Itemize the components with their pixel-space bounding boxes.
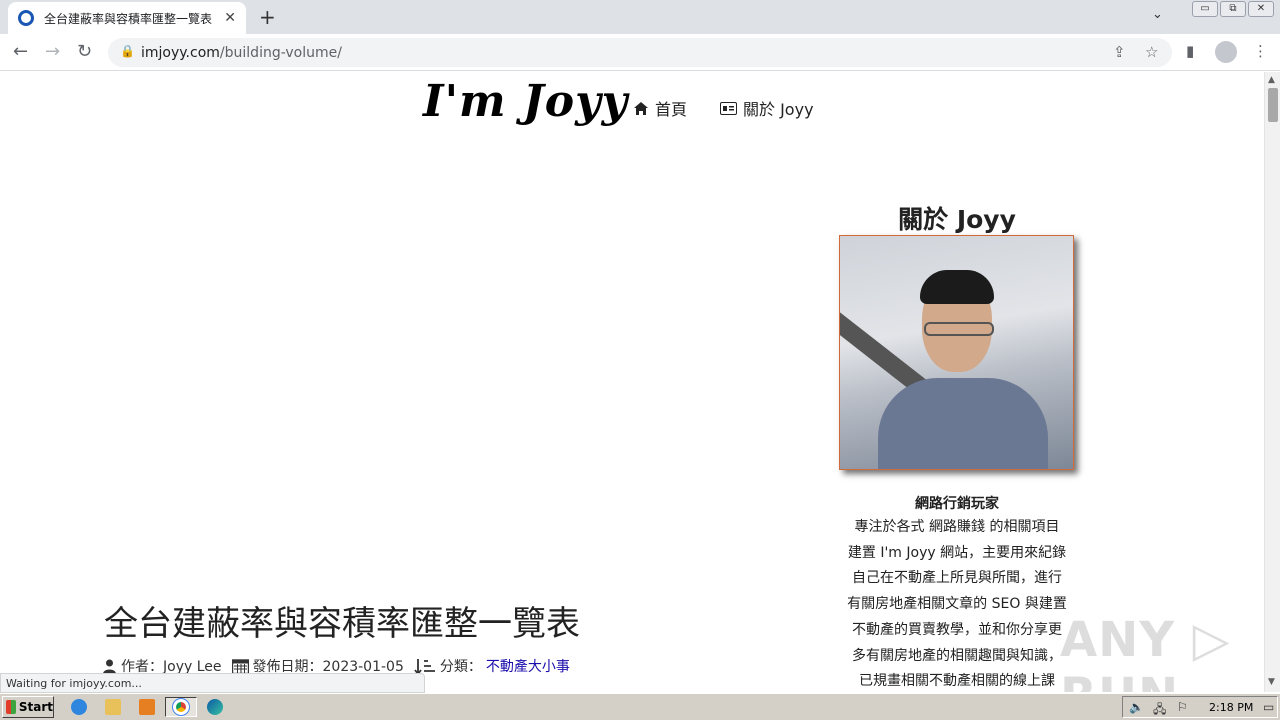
side-panel-icon[interactable]: ▮ — [1186, 42, 1194, 60]
restore-button[interactable]: ⧉ — [1220, 1, 1246, 17]
scroll-thumb[interactable] — [1268, 88, 1278, 122]
user-icon — [103, 659, 116, 674]
article-title: 全台建蔽率與容積率匯整一覽表 — [104, 604, 580, 644]
ie-icon — [71, 699, 87, 715]
url-text[interactable]: imjoyy.com/building-volume/ — [141, 45, 342, 61]
tab-active[interactable]: 全台建蔽率與容積率匯整一覽表 - I'm Joyy ✕ — [8, 2, 246, 34]
edge-icon — [207, 699, 223, 715]
bio-line: 已規畫相關不動產相關的線上課 — [859, 673, 1055, 690]
chrome-icon — [172, 698, 190, 716]
minimize-button[interactable]: ▭ — [1192, 1, 1218, 17]
network-icon[interactable]: 🖧 — [1153, 700, 1166, 721]
volume-icon[interactable]: 🔈 — [1129, 700, 1144, 714]
meta-category: 分類： 不動產大小事 — [414, 656, 570, 676]
start-label: Start — [18, 700, 53, 714]
sidebar-bio: 專注於各式 網路賺錢 的相關項目 建置 I'm Joyy 網站，主要用來紀錄 自… — [838, 515, 1076, 692]
url-path: /building-volume/ — [219, 45, 342, 61]
share-icon[interactable]: ⇪ — [1113, 43, 1126, 61]
bio-line: 建置 I'm Joyy 網站，主要用來紀錄 — [847, 544, 1067, 561]
scroll-up-arrow-icon[interactable]: ▲ — [1268, 75, 1275, 85]
nav-home-label: 首頁 — [655, 100, 688, 119]
bio-line: 不動產的買賣教學，並和你分享更 — [852, 621, 1062, 638]
windows-flag-icon — [6, 700, 16, 714]
show-desktop-icon[interactable]: ▭ — [1263, 700, 1274, 714]
window-controls: ▭ ⧉ ✕ — [1192, 1, 1274, 17]
home-icon — [634, 101, 648, 115]
system-tray: 🔈 🖧 ⚐ 2:18 PM ▭ — [1122, 696, 1278, 718]
id-card-icon — [720, 101, 737, 115]
new-tab-button[interactable]: + — [259, 5, 276, 29]
media-player-icon — [139, 699, 155, 715]
ie-taskbar-button[interactable] — [68, 697, 90, 717]
status-bubble: Waiting for imjoyy.com... — [0, 673, 425, 693]
nav-about-link[interactable]: 關於 Joyy — [720, 96, 814, 120]
folder-icon — [105, 699, 121, 715]
start-button[interactable]: Start — [2, 696, 54, 718]
nav-home-link[interactable]: 首頁 — [633, 96, 687, 120]
sidebar-title: 關於 Joyy — [898, 205, 1016, 234]
chrome-menu-icon[interactable]: ⋮ — [1253, 42, 1268, 60]
reload-icon[interactable]: ↻ — [77, 41, 92, 62]
category-label: 分類： — [439, 659, 482, 675]
back-arrow-icon[interactable]: ← — [13, 41, 28, 62]
lock-icon[interactable]: 🔒 — [120, 44, 135, 58]
url-host: imjoyy.com — [141, 45, 220, 61]
tab-title: 全台建蔽率與容積率匯整一覽表 - I'm Joyy — [44, 11, 214, 26]
site-favicon-icon — [18, 10, 34, 26]
bookmark-star-icon[interactable]: ☆ — [1145, 43, 1158, 61]
flag-notification-icon[interactable]: ⚐ — [1177, 700, 1188, 714]
forward-arrow-icon[interactable]: → — [45, 41, 60, 62]
nav-about-label: 關於 Joyy — [743, 100, 814, 119]
sidebar-subtitle: 網路行銷玩家 — [915, 496, 999, 512]
media-player-taskbar-button[interactable] — [136, 697, 158, 717]
address-bar[interactable]: 🔒 imjoyy.com/building-volume/ ⇪ ☆ — [108, 38, 1172, 67]
edge-taskbar-button[interactable] — [204, 697, 226, 717]
bio-line: 有關房地產相關文章的 SEO 與建置 — [847, 596, 1067, 613]
site-logo[interactable]: I'm Joyy — [423, 76, 628, 127]
profile-avatar-icon[interactable] — [1215, 41, 1237, 63]
bio-line: 專注於各式 網路賺錢 的相關項目 — [854, 519, 1060, 535]
category-link[interactable]: 不動產大小事 — [486, 656, 570, 676]
bio-line: 多有關房地產的相關趣聞與知識， — [852, 647, 1062, 664]
sort-icon — [414, 658, 435, 675]
browser-toolbar: ← → ↻ 🔒 imjoyy.com/building-volume/ ⇪ ☆ … — [0, 34, 1280, 71]
author-photo — [839, 235, 1074, 470]
page-scrollbar[interactable]: ▲ ▼ — [1264, 72, 1280, 692]
calendar-icon — [231, 659, 249, 674]
tab-search-chevron-icon[interactable]: ⌄ — [1152, 7, 1163, 22]
tab-close-icon[interactable]: ✕ — [224, 10, 236, 26]
taskbar: Start 🔈 🖧 ⚐ 2:18 PM ▭ — [0, 693, 1280, 720]
scroll-down-arrow-icon[interactable]: ▼ — [1268, 677, 1275, 687]
bio-line: 自己在不動產上所見與所聞，進行 — [852, 570, 1062, 587]
taskbar-clock[interactable]: 2:18 PM — [1209, 701, 1253, 714]
web-page: I'm Joyy 首頁 關於 Joyy 關於 Joyy 網路行銷玩家 專注於各式… — [0, 72, 1264, 692]
watermark: ANY ▷ RUN — [1060, 612, 1231, 692]
close-window-button[interactable]: ✕ — [1248, 1, 1274, 17]
chrome-taskbar-button[interactable] — [165, 697, 197, 717]
tab-strip: 全台建蔽率與容積率匯整一覽表 - I'm Joyy ✕ + ⌄ ▭ ⧉ ✕ — [0, 0, 1280, 34]
explorer-taskbar-button[interactable] — [102, 697, 124, 717]
